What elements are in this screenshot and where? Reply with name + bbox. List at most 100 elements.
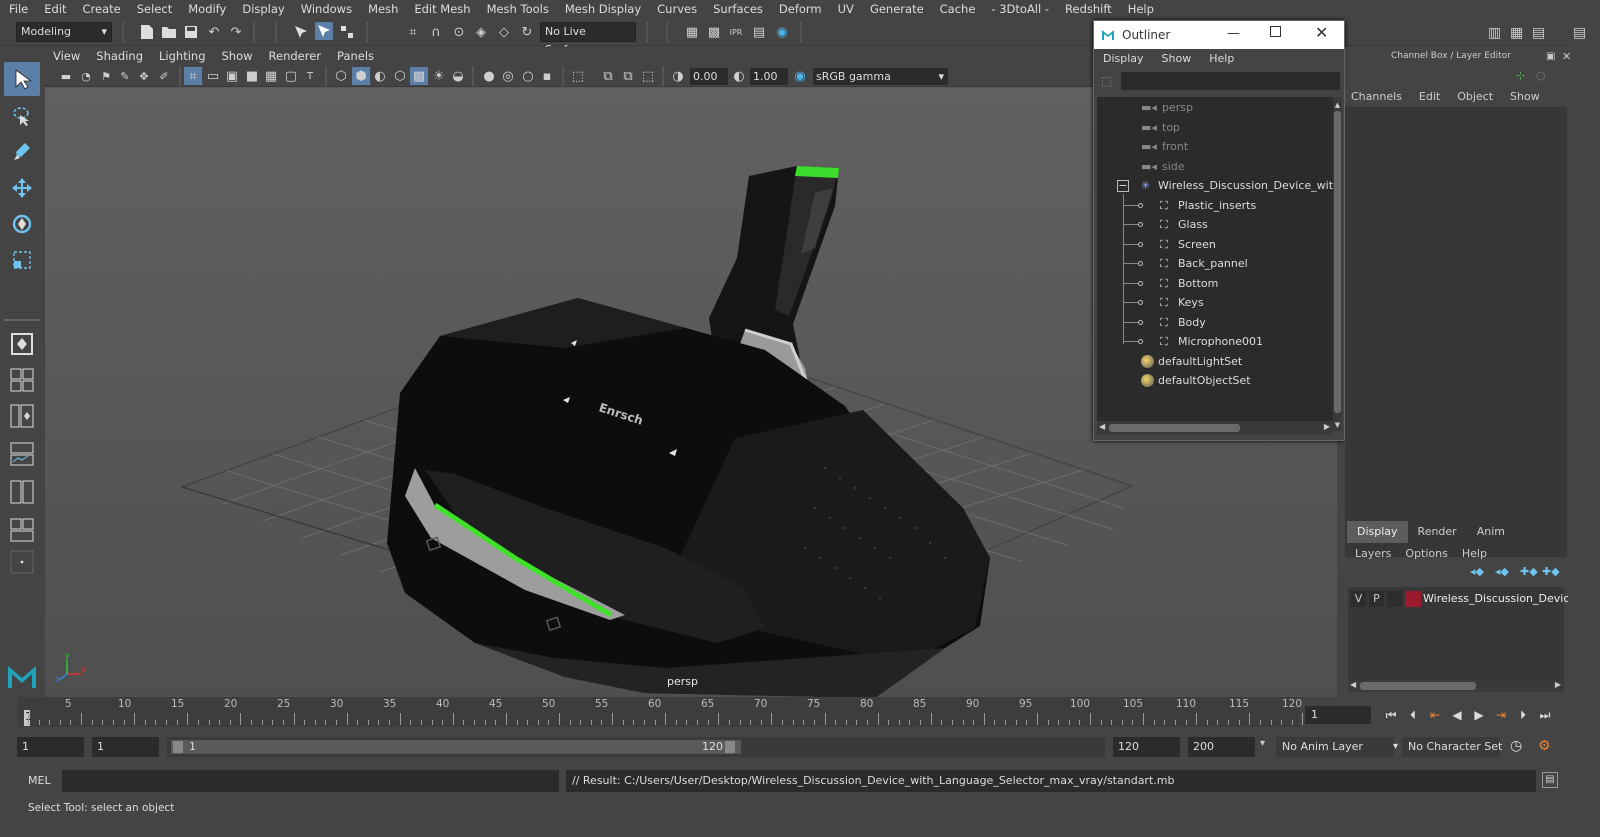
channel-menu-show[interactable]: Show — [1510, 90, 1540, 103]
colorspace-dropdown[interactable]: sRGB gamma ▾ — [813, 68, 948, 85]
grease-pencil-icon[interactable]: ✐ — [155, 67, 173, 85]
single-pane-layout-icon[interactable] — [4, 327, 40, 361]
scroll-right-icon[interactable]: ▶ — [1324, 422, 1330, 431]
range-slider[interactable]: 1 120 — [167, 737, 1105, 757]
filter-options-icon[interactable]: ⬚ — [1101, 74, 1112, 88]
outliner-search-input[interactable] — [1121, 72, 1340, 90]
menu-mesh[interactable]: Mesh — [360, 0, 406, 19]
layer-visibility-toggle[interactable]: V — [1351, 591, 1366, 607]
redo-icon[interactable]: ↷ — [227, 23, 245, 41]
menu-deform[interactable]: Deform — [771, 0, 830, 19]
channel-menu-edit[interactable]: Edit — [1419, 90, 1440, 103]
hypershade-icon[interactable]: ◉ — [773, 23, 791, 41]
tree-item-camera[interactable]: ▬◂ persp — [1097, 98, 1333, 118]
mode-dropdown[interactable]: Modeling ▾ — [16, 22, 112, 42]
outliner-vertical-scrollbar[interactable]: ▲ ▼ — [1333, 97, 1342, 431]
select-hierarchy-icon[interactable] — [292, 23, 310, 41]
tab-display[interactable]: Display — [1347, 521, 1408, 543]
close-icon[interactable]: ✕ — [1315, 23, 1328, 42]
snap-point-icon[interactable]: ⊙ — [450, 23, 468, 41]
outliner-menu-show[interactable]: Show — [1153, 49, 1201, 69]
float-panel-icon[interactable]: ▣ — [1546, 51, 1555, 62]
gate-mask-icon[interactable]: ■ — [243, 67, 261, 85]
persp-graph-layout-icon[interactable] — [4, 437, 40, 471]
safe-action-icon[interactable]: ▢ — [282, 67, 300, 85]
layer-menu-help[interactable]: Help — [1462, 547, 1487, 560]
use-default-material-icon[interactable]: ◐ — [371, 67, 389, 85]
tool-settings-icon[interactable]: ▦ — [1510, 25, 1528, 41]
new-empty-layer-icon[interactable]: ✚◆ — [1520, 565, 1538, 578]
menu-mesh-display[interactable]: Mesh Display — [557, 0, 649, 19]
color-management-icon[interactable]: ◉ — [791, 67, 809, 85]
tree-item-group[interactable]: − ✳ Wireless_Discussion_Device_with_ — [1097, 176, 1333, 196]
outliner-menu-help[interactable]: Help — [1200, 49, 1243, 69]
menu-edit[interactable]: Edit — [36, 0, 74, 19]
menu-curves[interactable]: Curves — [649, 0, 705, 19]
menu-surfaces[interactable]: Surfaces — [705, 0, 771, 19]
anti-aliasing-icon[interactable]: ○ — [519, 67, 537, 85]
channel-menu-object[interactable]: Object — [1457, 90, 1493, 103]
tab-anim[interactable]: Anim — [1467, 521, 1515, 543]
visibility-icon[interactable]: ○ — [1536, 69, 1546, 82]
more-layouts-icon[interactable] — [4, 545, 40, 579]
range-slider-handle[interactable] — [171, 740, 741, 754]
collapse-icon[interactable]: − — [1117, 180, 1129, 192]
menu-select[interactable]: Select — [129, 0, 180, 19]
new-scene-icon[interactable] — [138, 23, 156, 41]
four-pane-layout-icon[interactable] — [4, 363, 40, 397]
auto-key-icon[interactable]: ◷ — [1510, 738, 1522, 754]
wireframe-icon[interactable]: ⬡ — [332, 67, 350, 85]
select-tool-icon[interactable] — [4, 62, 40, 96]
playback-end-field[interactable]: 120 — [1113, 737, 1180, 757]
scroll-down-icon[interactable]: ▼ — [1333, 421, 1342, 429]
outliner-horizontal-scrollbar[interactable]: ◀ ▶ — [1097, 421, 1333, 435]
render-view-icon[interactable]: ▦ — [683, 23, 701, 41]
outliner-titlebar[interactable]: Outliner — ✕ — [1094, 21, 1344, 49]
scroll-up-icon[interactable]: ▲ — [1333, 101, 1342, 109]
menu-cache[interactable]: Cache — [932, 0, 984, 19]
snap-view-icon[interactable]: ◈ — [472, 23, 490, 41]
screen-space-ao-icon[interactable]: ● — [480, 67, 498, 85]
go-to-start-icon[interactable]: ⏮ — [1380, 708, 1402, 723]
lasso-tool-icon[interactable] — [4, 99, 40, 133]
script-language-toggle[interactable]: MEL — [28, 774, 51, 787]
outliner-menu-display[interactable]: Display — [1094, 49, 1153, 69]
grid-toggle-icon[interactable]: ⌗ — [184, 67, 202, 85]
display-layer-row[interactable]: V P Wireless_Discussion_Device — [1348, 591, 1576, 609]
range-start-grip[interactable] — [173, 741, 183, 753]
play-backwards-icon[interactable]: ◀ — [1446, 708, 1468, 722]
render-current-icon[interactable]: ▩ — [705, 23, 723, 41]
tree-item-mesh[interactable]: ⛶ Bottom — [1097, 274, 1333, 294]
layer-menu-options[interactable]: Options — [1405, 547, 1447, 560]
tree-item-mesh[interactable]: ⛶ Glass — [1097, 215, 1333, 235]
chevron-down-icon[interactable]: ▾ — [1260, 738, 1265, 749]
minimize-icon[interactable]: — — [1227, 26, 1240, 41]
xray-icon[interactable]: ⧉ — [599, 67, 617, 85]
channel-menu-channels[interactable]: Channels — [1351, 90, 1402, 103]
2d-pan-zoom-icon[interactable]: ✥ — [135, 67, 153, 85]
textured-icon[interactable]: ▩ — [410, 67, 428, 85]
tree-item-camera[interactable]: ▬◂ top — [1097, 118, 1333, 138]
time-slider-track[interactable]: 1 5 10 15 20 25 30 35 40 45 50 55 60 65 … — [18, 697, 1304, 727]
new-layer-from-selection-icon[interactable]: ✚◆ — [1542, 565, 1560, 578]
persp-outliner-layout-icon[interactable] — [4, 475, 40, 509]
tree-item-camera[interactable]: ▬◂ front — [1097, 137, 1333, 157]
close-panel-icon[interactable]: ✕ — [1562, 50, 1571, 63]
viewport-menu-view[interactable]: View — [45, 47, 88, 65]
viewport-menu-renderer[interactable]: Renderer — [261, 47, 330, 65]
move-tool-icon[interactable] — [4, 171, 40, 205]
animation-start-field[interactable]: 1 — [17, 737, 84, 757]
tree-item-mesh[interactable]: ⛶ Back_pannel — [1097, 254, 1333, 274]
menu-redshift[interactable]: Redshift — [1057, 0, 1120, 19]
scrollbar-thumb[interactable] — [1334, 111, 1341, 413]
open-scene-icon[interactable] — [160, 23, 178, 41]
rotate-tool-icon[interactable] — [4, 207, 40, 241]
channel-box-toggle-icon[interactable]: ▤ — [1532, 25, 1550, 41]
tree-item-set[interactable]: defaultObjectSet — [1097, 371, 1333, 391]
menu-modify[interactable]: Modify — [180, 0, 234, 19]
scrollbar-thumb[interactable] — [1360, 682, 1476, 690]
menu-uv[interactable]: UV — [830, 0, 862, 19]
gamma-field[interactable]: 1.00 — [750, 68, 788, 85]
safe-title-icon[interactable]: T — [301, 67, 319, 85]
select-camera-icon[interactable]: ▬ — [57, 67, 75, 85]
